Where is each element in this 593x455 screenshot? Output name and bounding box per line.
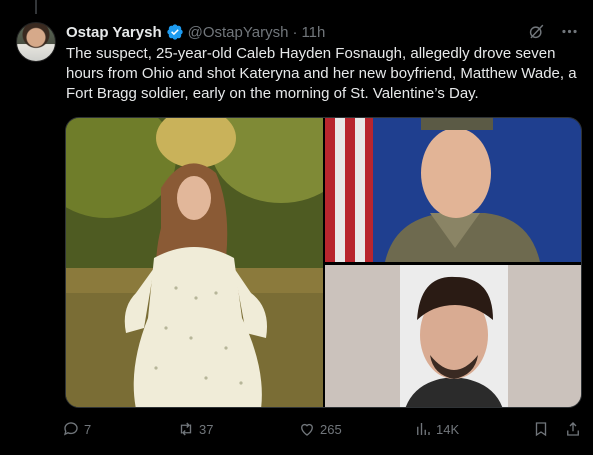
like-button[interactable]: 265: [298, 420, 342, 438]
action-bar: 7 37 265 14K: [62, 420, 586, 442]
repost-icon: [180, 422, 192, 436]
bookmark-button[interactable]: [532, 420, 550, 438]
photo-woman-in-field[interactable]: [66, 118, 323, 407]
tweet-top-actions: [527, 22, 579, 41]
media-grid: [65, 117, 582, 408]
tweet[interactable]: Ostap Yarysh @OstapYarysh · 11h The susp…: [0, 0, 593, 455]
reply-icon: [63, 422, 78, 436]
repost-count: 37: [199, 421, 214, 437]
reply-count: 7: [84, 421, 92, 437]
grok-icon[interactable]: [527, 22, 546, 41]
view-count: 14K: [436, 421, 460, 437]
like-icon: [301, 423, 313, 436]
timestamp[interactable]: 11h: [301, 24, 325, 41]
repost-button[interactable]: 37: [177, 420, 213, 438]
author-name[interactable]: Ostap Yarysh: [66, 24, 162, 41]
separator-dot: ·: [292, 23, 298, 41]
photo-soldier-portrait[interactable]: [325, 118, 581, 262]
views-icon: [417, 423, 430, 435]
tweet-text: The suspect, 25-year-old Caleb Hayden Fo…: [66, 45, 577, 102]
bookmark-icon: [535, 422, 547, 437]
share-button[interactable]: [564, 420, 582, 438]
verified-icon: [166, 24, 183, 40]
avatar[interactable]: [16, 22, 56, 62]
like-count: 265: [320, 421, 342, 437]
photo-suspect-mugshot[interactable]: [325, 265, 581, 407]
views-button[interactable]: 14K: [414, 420, 459, 438]
tweet-header: Ostap Yarysh @OstapYarysh · 11h: [66, 22, 325, 42]
author-handle[interactable]: @OstapYarysh: [188, 24, 289, 41]
share-icon: [567, 422, 579, 436]
reply-button[interactable]: 7: [62, 420, 91, 438]
more-icon[interactable]: [560, 22, 579, 41]
